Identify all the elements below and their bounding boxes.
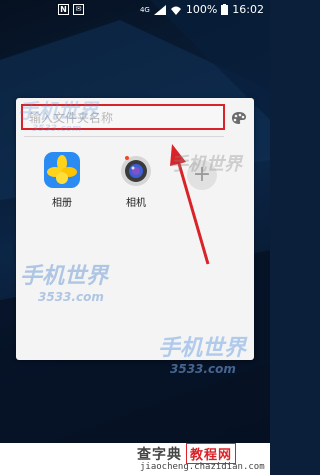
annotation-arrow (170, 144, 210, 265)
brand-tag: 教程网 (186, 443, 237, 464)
footer-brand: 查字典 教程网 (137, 443, 237, 464)
site-footer: 查字典 教程网 jiaocheng.chazidian.com (0, 443, 270, 475)
footer-url[interactable]: jiaocheng.chazidian.com (140, 462, 265, 472)
brand-text: 查字典 (137, 447, 182, 463)
